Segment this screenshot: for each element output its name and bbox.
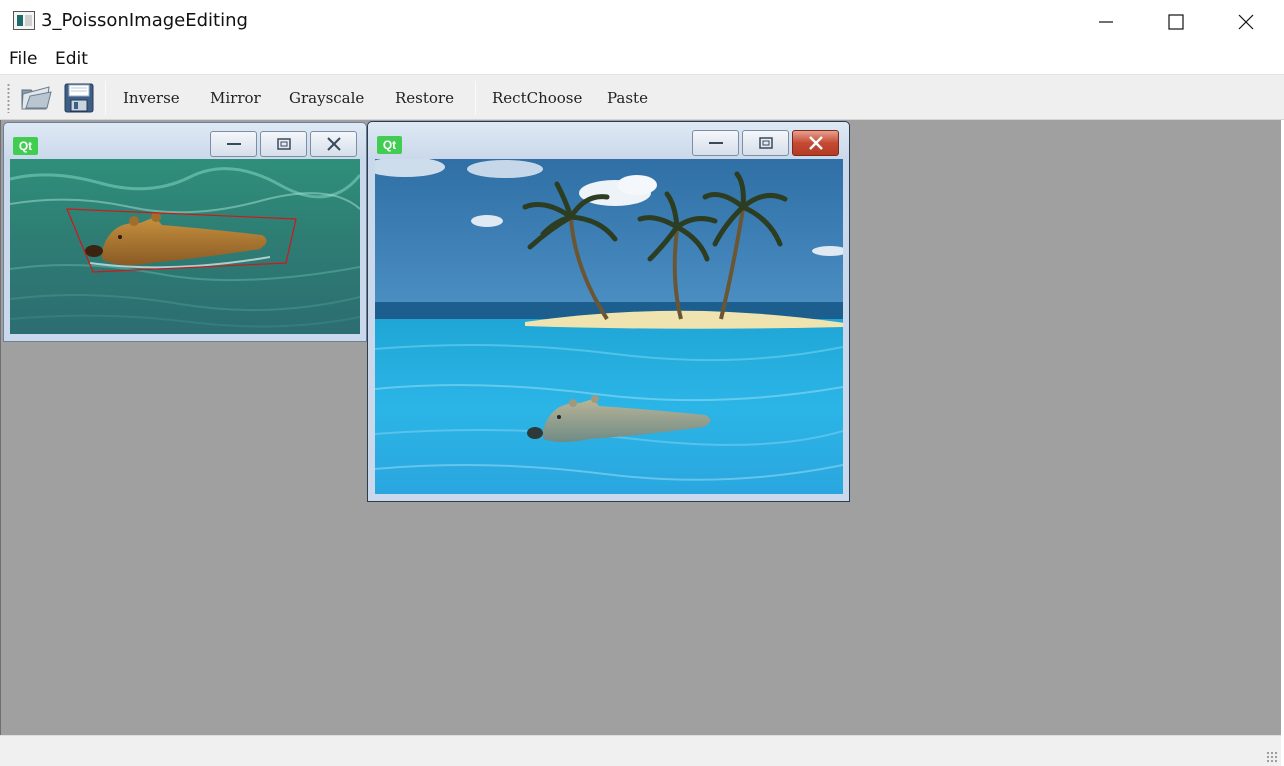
source-image-window[interactable]: Qt xyxy=(3,122,367,342)
size-grip-icon[interactable] xyxy=(1266,751,1278,763)
menu-edit[interactable]: Edit xyxy=(55,49,88,69)
menu-bar: File Edit xyxy=(0,44,1284,74)
title-bar[interactable]: 3_PoissonImageEditing xyxy=(0,0,1284,44)
bear-in-water-image xyxy=(10,159,360,334)
maximize-icon xyxy=(276,138,291,150)
rect-choose-button[interactable]: RectChoose xyxy=(492,89,582,107)
qt-logo-icon: Qt xyxy=(377,136,402,154)
paste-button[interactable]: Paste xyxy=(607,89,648,107)
window-title: 3_PoissonImageEditing xyxy=(41,10,248,31)
target-image-canvas[interactable] xyxy=(375,159,843,494)
minimize-icon xyxy=(226,143,241,145)
close-icon xyxy=(326,137,341,151)
close-icon xyxy=(808,136,823,150)
minimize-icon xyxy=(1099,21,1113,23)
save-button[interactable] xyxy=(62,81,96,115)
inverse-button[interactable]: Inverse xyxy=(123,89,180,107)
status-bar xyxy=(0,735,1281,766)
source-image-canvas[interactable] xyxy=(10,159,360,334)
subwindow-close-button[interactable] xyxy=(310,131,357,157)
island-with-bear-image xyxy=(375,159,843,494)
close-button[interactable] xyxy=(1211,0,1281,44)
app-icon xyxy=(13,11,35,30)
menu-file[interactable]: File xyxy=(9,49,37,69)
mirror-button[interactable]: Mirror xyxy=(210,89,261,107)
mdi-area[interactable]: Qt Qt xyxy=(0,120,1281,735)
save-disk-icon xyxy=(64,83,94,113)
subwindow-close-button[interactable] xyxy=(792,130,839,156)
toolbar: Inverse Mirror Grayscale Restore RectCho… xyxy=(0,74,1284,120)
minimize-button[interactable] xyxy=(1071,0,1141,44)
close-icon xyxy=(1238,14,1254,30)
subwindow-minimize-button[interactable] xyxy=(210,131,257,157)
grayscale-button[interactable]: Grayscale xyxy=(289,89,364,107)
toolbar-separator xyxy=(105,81,106,115)
open-button[interactable] xyxy=(19,81,53,115)
maximize-button[interactable] xyxy=(1141,0,1211,44)
subwindow-minimize-button[interactable] xyxy=(692,130,739,156)
subwindow-maximize-button[interactable] xyxy=(260,131,307,157)
toolbar-separator xyxy=(475,81,476,115)
target-image-window[interactable]: Qt xyxy=(367,121,850,502)
toolbar-grip[interactable] xyxy=(7,83,10,113)
qt-logo-icon: Qt xyxy=(13,137,38,155)
open-folder-icon xyxy=(21,86,52,110)
maximize-icon xyxy=(1168,14,1184,30)
minimize-icon xyxy=(708,142,723,144)
restore-button[interactable]: Restore xyxy=(395,89,454,107)
subwindow-maximize-button[interactable] xyxy=(742,130,789,156)
maximize-icon xyxy=(758,137,773,149)
application-window: 3_PoissonImageEditing File Edit Inverse … xyxy=(0,0,1284,766)
